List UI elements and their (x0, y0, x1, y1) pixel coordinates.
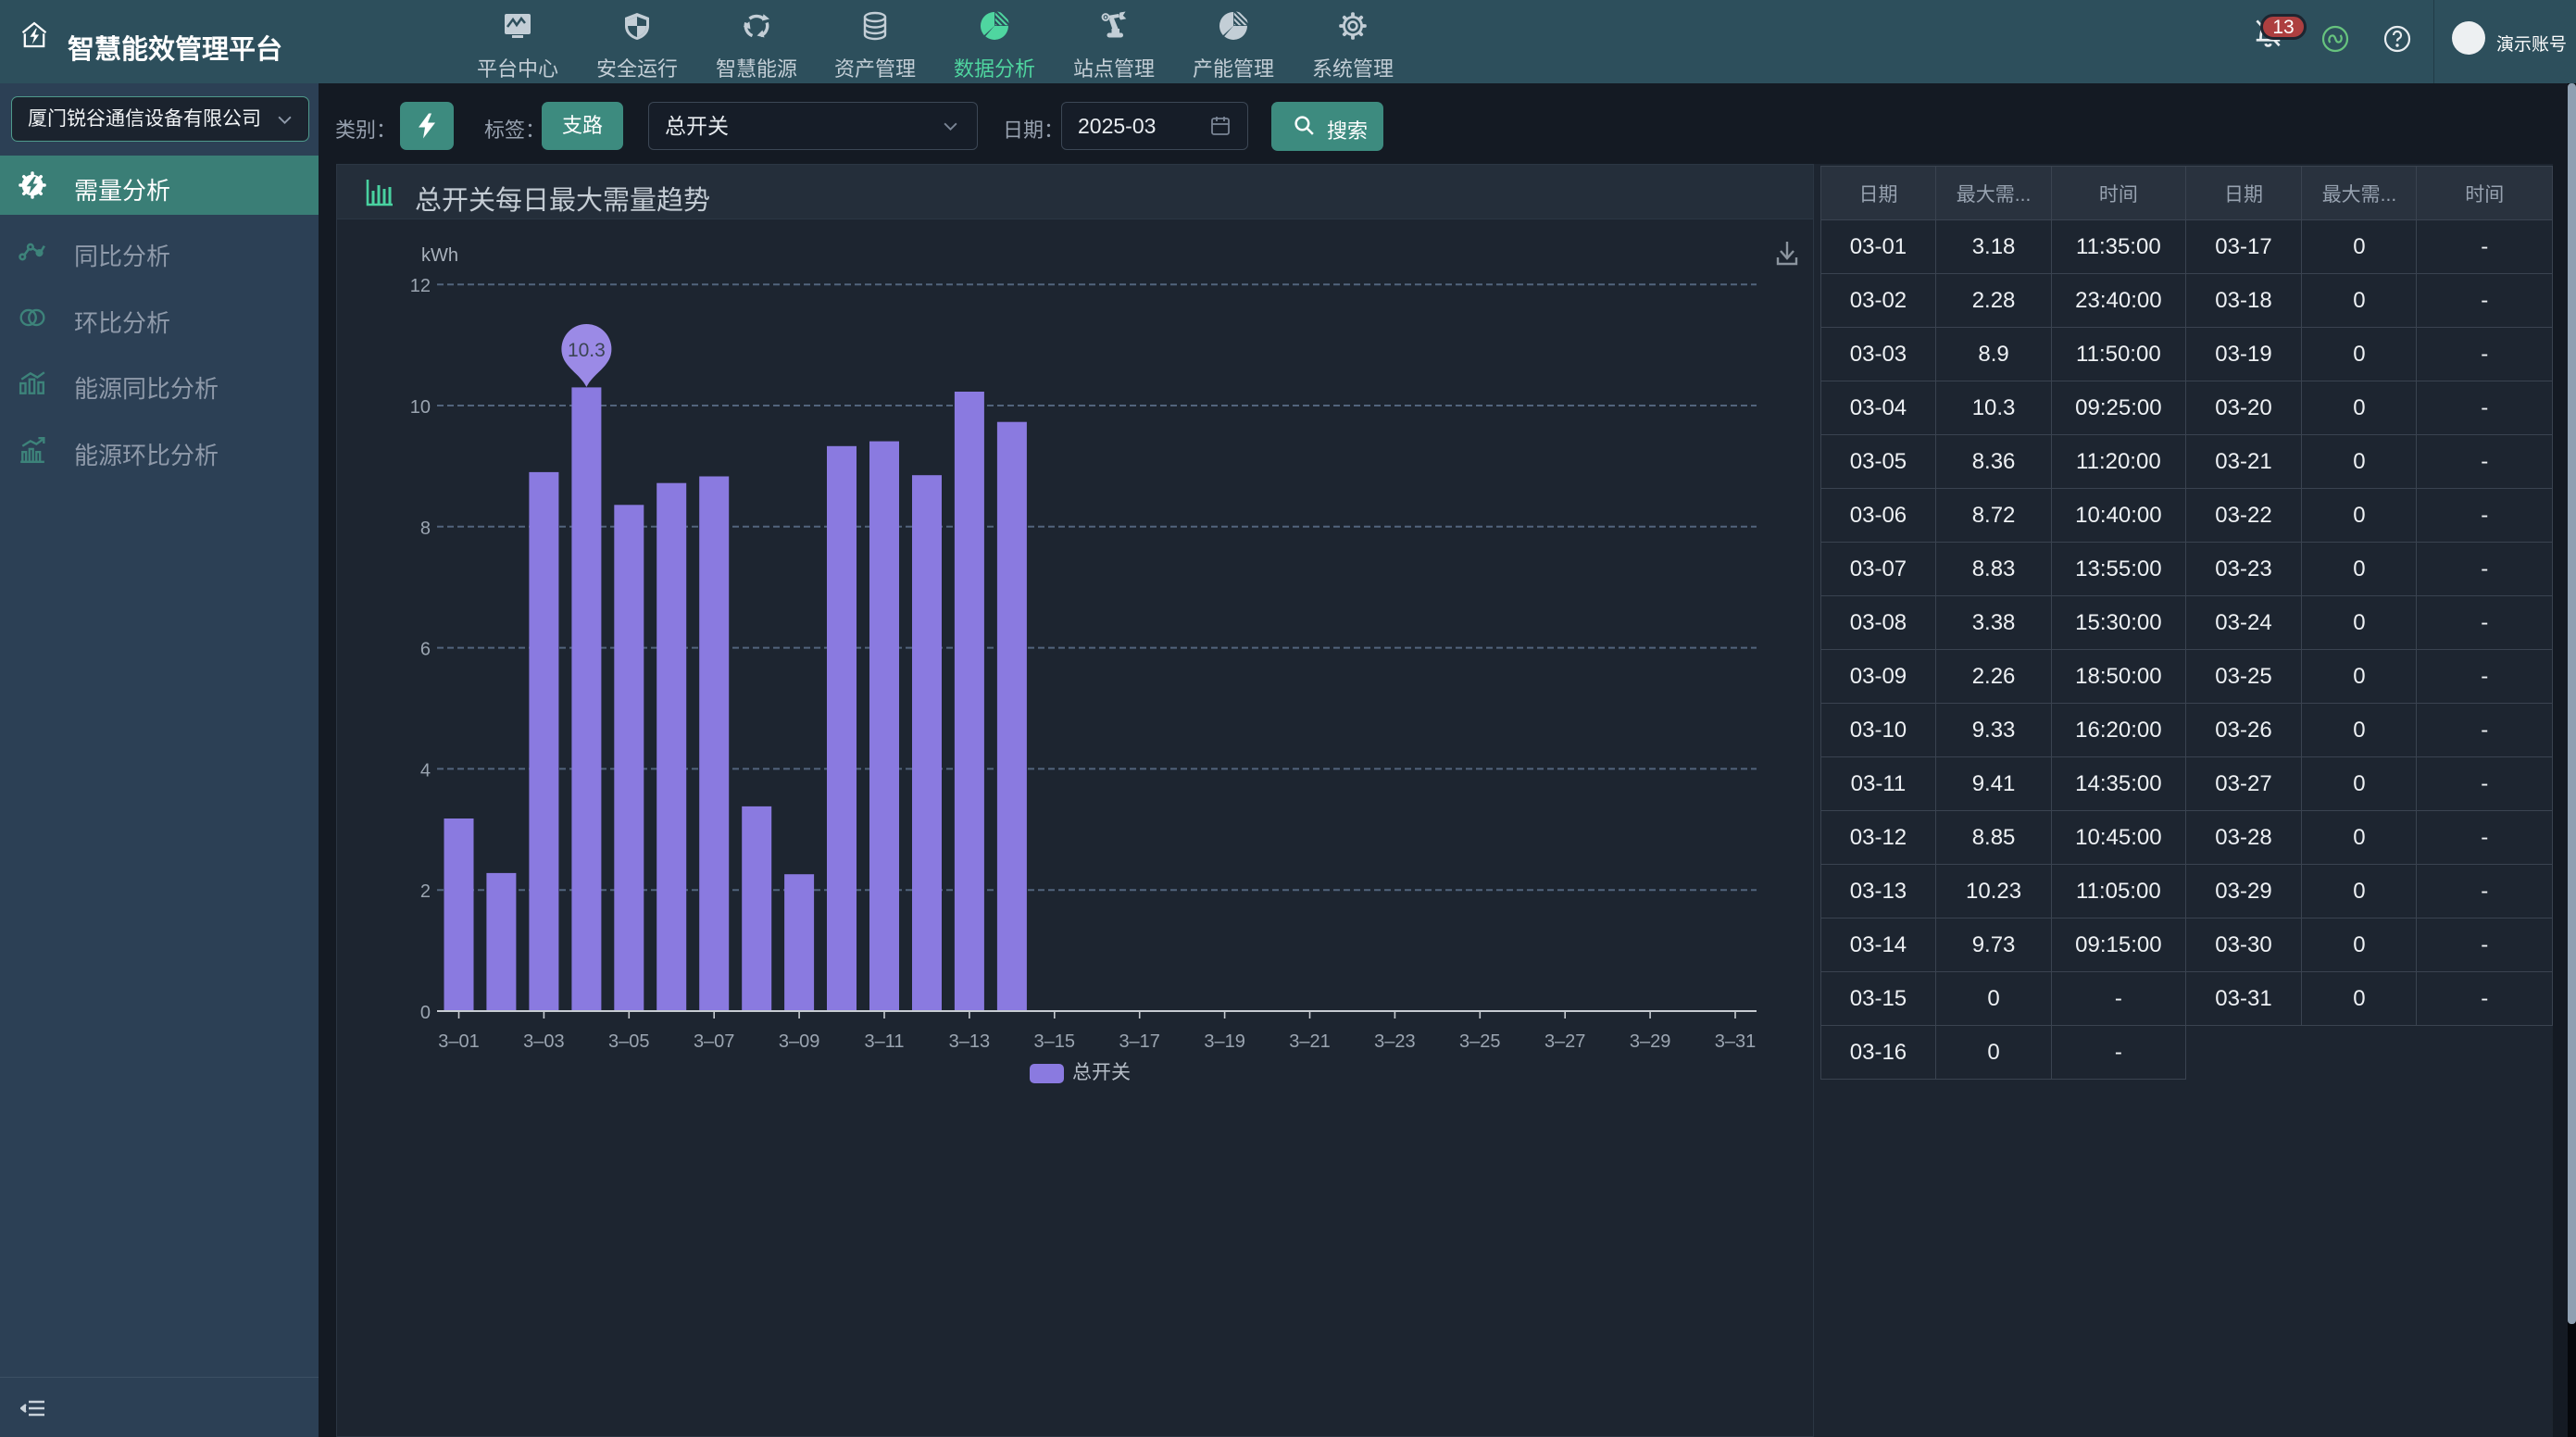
svg-text:12: 12 (410, 276, 431, 296)
svg-text:0: 0 (420, 1003, 431, 1023)
svg-text:3–05: 3–05 (608, 1031, 650, 1052)
svg-text:3–09: 3–09 (779, 1031, 820, 1052)
svg-text:2: 2 (420, 881, 431, 902)
svg-text:3–29: 3–29 (1630, 1031, 1671, 1052)
svg-text:kWh: kWh (421, 245, 458, 266)
svg-text:3–13: 3–13 (949, 1031, 991, 1052)
svg-text:3–17: 3–17 (1119, 1031, 1160, 1052)
svg-text:总开关: 总开关 (1072, 1062, 1131, 1083)
svg-text:3–15: 3–15 (1034, 1031, 1076, 1052)
svg-text:3–25: 3–25 (1459, 1031, 1501, 1052)
svg-text:3–11: 3–11 (864, 1031, 904, 1052)
svg-text:3–19: 3–19 (1204, 1031, 1245, 1052)
svg-text:3–31: 3–31 (1715, 1031, 1757, 1052)
svg-text:10.3: 10.3 (568, 340, 606, 361)
svg-text:3–21: 3–21 (1289, 1031, 1331, 1052)
svg-text:4: 4 (420, 760, 431, 781)
svg-text:3–03: 3–03 (523, 1031, 565, 1052)
svg-text:3–01: 3–01 (438, 1031, 480, 1052)
svg-text:6: 6 (420, 640, 431, 660)
svg-text:3–27: 3–27 (1544, 1031, 1586, 1052)
svg-text:10: 10 (410, 397, 431, 418)
svg-text:3–23: 3–23 (1374, 1031, 1416, 1052)
svg-text:3–07: 3–07 (694, 1031, 735, 1052)
svg-text:8: 8 (420, 519, 431, 539)
